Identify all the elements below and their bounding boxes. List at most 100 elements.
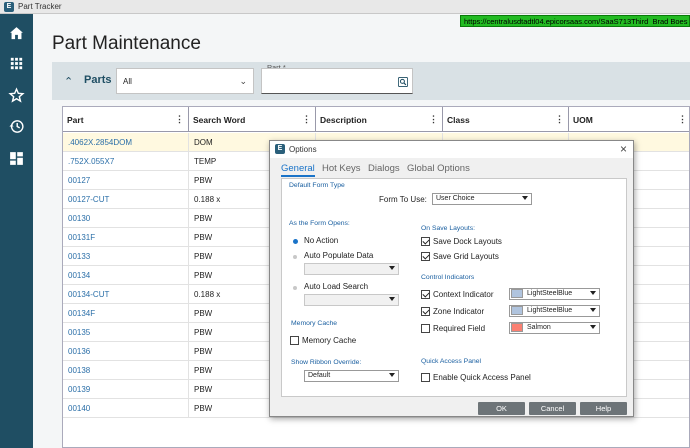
form-to-use-label: Form To Use:: [379, 195, 427, 204]
cell-part[interactable]: 00140: [63, 399, 189, 418]
apps-grid-icon[interactable]: [8, 55, 25, 72]
cell-part[interactable]: 00139: [63, 380, 189, 399]
part-input[interactable]: [261, 68, 413, 94]
tab-general[interactable]: General: [281, 163, 315, 177]
app-logo-icon: E: [4, 2, 14, 12]
cell-part[interactable]: 00131F: [63, 228, 189, 247]
left-nav: [0, 14, 33, 448]
cell-part[interactable]: .752X.055X7: [63, 152, 189, 171]
quick-access-label: Enable Quick Access Panel: [433, 373, 531, 382]
chevron-up-icon[interactable]: ⌃: [64, 75, 73, 88]
column-header-label: Description: [320, 115, 367, 125]
color-name: LightSteelBlue: [527, 307, 573, 314]
cell-part[interactable]: 00134-CUT: [63, 285, 189, 304]
cell-part[interactable]: 00136: [63, 342, 189, 361]
search-icon[interactable]: [398, 77, 408, 87]
parts-filter-value: All: [123, 77, 132, 86]
cell-part[interactable]: 00134F: [63, 304, 189, 323]
column-menu-icon[interactable]: ⋮: [175, 114, 184, 125]
column-header-class[interactable]: Class ⋮: [443, 107, 569, 132]
auto-populate-radio[interactable]: [293, 255, 297, 259]
window-title: Part Tracker: [18, 2, 62, 11]
cell-part[interactable]: 00130: [63, 209, 189, 228]
color-name: Salmon: [527, 324, 551, 331]
auto-load-search-select[interactable]: [304, 294, 399, 306]
required-field-checkbox[interactable]: [421, 324, 430, 333]
grid-header: Part ⋮ Search Word ⋮ Description ⋮ Class ⋮ U…: [63, 107, 689, 132]
user-name: Brad Boes: [652, 17, 688, 26]
memory-cache-checkbox[interactable]: [290, 336, 299, 345]
context-indicator-checkbox[interactable]: [421, 290, 430, 299]
cell-part[interactable]: 00138: [63, 361, 189, 380]
column-menu-icon[interactable]: ⋮: [429, 114, 438, 125]
dialog-titlebar: E Options ×: [270, 141, 633, 158]
ribbon-override-value: Default: [308, 372, 331, 379]
auto-populate-select[interactable]: [304, 263, 399, 275]
quick-access-checkbox[interactable]: [421, 373, 430, 382]
dropdown-arrow-icon: [590, 325, 596, 329]
required-field-label: Required Field: [433, 324, 486, 333]
tab-global-options[interactable]: Global Options: [407, 163, 470, 174]
tab-hot-keys[interactable]: Hot Keys: [322, 163, 361, 174]
column-header-label: Part: [67, 115, 84, 125]
parts-label: Parts: [84, 74, 112, 86]
cell-part[interactable]: .4062X.2854DOM: [63, 133, 189, 152]
dropdown-arrow-icon: [590, 291, 596, 295]
chevron-down-icon: ⌄: [239, 76, 247, 86]
zone-indicator-checkbox[interactable]: [421, 307, 430, 316]
save-grid-layouts-checkbox[interactable]: [421, 252, 430, 261]
cell-part[interactable]: 00134: [63, 266, 189, 285]
app-logo-icon: E: [275, 144, 285, 154]
window-titlebar: E Part Tracker: [0, 0, 690, 14]
dropdown-arrow-icon: [389, 373, 395, 377]
save-grid-layouts-label: Save Grid Layouts: [433, 252, 499, 261]
cell-part[interactable]: 00135: [63, 323, 189, 342]
parts-filter-select[interactable]: All ⌄: [116, 68, 254, 94]
auto-load-search-label: Auto Load Search: [304, 282, 369, 291]
home-icon[interactable]: [8, 25, 25, 42]
dashboard-icon[interactable]: [8, 150, 25, 167]
context-indicator-label: Context Indicator: [433, 290, 494, 299]
save-dock-layouts-checkbox[interactable]: [421, 237, 430, 246]
no-action-label: No Action: [304, 236, 339, 245]
color-swatch: [511, 306, 523, 315]
dropdown-arrow-icon: [389, 297, 395, 301]
column-menu-icon[interactable]: ⋮: [678, 114, 687, 125]
tab-dialogs[interactable]: Dialogs: [368, 163, 400, 174]
column-header-label: Class: [447, 115, 470, 125]
memory-cache-label: Memory Cache: [302, 336, 357, 345]
cancel-button[interactable]: Cancel: [529, 402, 576, 415]
column-header-search-word[interactable]: Search Word ⋮: [189, 107, 316, 132]
no-action-radio[interactable]: [293, 239, 298, 244]
star-icon[interactable]: [8, 87, 25, 104]
column-header-description[interactable]: Description ⋮: [316, 107, 443, 132]
cell-part[interactable]: 00127-CUT: [63, 190, 189, 209]
page-title: Part Maintenance: [52, 33, 201, 54]
dropdown-arrow-icon: [522, 196, 528, 200]
ok-button[interactable]: OK: [478, 402, 525, 415]
dropdown-arrow-icon: [590, 308, 596, 312]
close-icon[interactable]: ×: [620, 142, 627, 156]
ribbon-override-select[interactable]: Default: [304, 370, 399, 382]
color-swatch: [511, 289, 523, 298]
dropdown-arrow-icon: [389, 266, 395, 270]
section-on-save-layouts: On Save Layouts:: [421, 225, 476, 232]
help-button[interactable]: Help: [580, 402, 627, 415]
history-icon[interactable]: [8, 118, 25, 135]
save-dock-layouts-label: Save Dock Layouts: [433, 237, 502, 246]
column-header-part[interactable]: Part ⋮: [63, 107, 189, 132]
form-to-use-select[interactable]: User Choice: [432, 193, 532, 205]
column-menu-icon[interactable]: ⋮: [555, 114, 564, 125]
column-header-uom[interactable]: UOM ⋮: [569, 107, 689, 132]
auto-populate-label: Auto Populate Data: [304, 251, 374, 260]
cell-part[interactable]: 00133: [63, 247, 189, 266]
dialog-title: Options: [289, 145, 317, 154]
cell-part[interactable]: 00127: [63, 171, 189, 190]
color-name: LightSteelBlue: [527, 290, 573, 297]
section-quick-access-panel: Quick Access Panel: [421, 358, 482, 365]
auto-load-search-radio[interactable]: [293, 286, 297, 290]
form-to-use-value: User Choice: [436, 195, 475, 202]
column-menu-icon[interactable]: ⋮: [302, 114, 311, 125]
color-swatch: [511, 323, 523, 332]
section-as-form-opens: As the Form Opens:: [289, 220, 350, 227]
